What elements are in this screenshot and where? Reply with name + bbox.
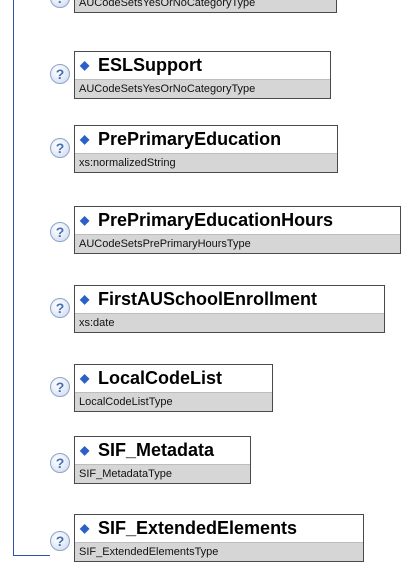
help-icon[interactable]: ? (50, 531, 70, 551)
element-box[interactable]: ◆ PrePrimaryEducationHours AUCodeSetsPreP… (74, 206, 401, 254)
help-icon[interactable]: ? (50, 222, 70, 242)
element-icon: ◆ (80, 443, 90, 457)
element-box[interactable]: ◆ ESLSupport AUCodeSetsYesOrNoCategoryTyp… (74, 51, 331, 99)
help-icon[interactable]: ? (50, 0, 70, 8)
element-icon: ◆ (80, 58, 90, 72)
element-name: PrePrimaryEducationHours (98, 210, 334, 230)
help-icon[interactable]: ? (50, 298, 70, 318)
element-box[interactable]: ◆ SIF_Metadata SIF_MetadataType (74, 436, 251, 484)
element-box[interactable]: ◆ SIF_ExtendedElements SIF_ExtendedElemen… (74, 514, 364, 562)
element-box[interactable]: ◆ LocalCodeList LocalCodeListType (74, 364, 273, 412)
element-icon: ◆ (80, 213, 90, 227)
help-icon[interactable]: ? (50, 64, 70, 84)
element-name: SIF_Metadata (98, 440, 215, 460)
element-icon: ◆ (80, 521, 90, 535)
element-name: SIF_ExtendedElements (98, 518, 298, 538)
help-icon[interactable]: ? (50, 453, 70, 473)
element-box[interactable]: AUCodeSetsYesOrNoCategoryType (74, 0, 337, 13)
element-type: SIF_ExtendedElementsType (75, 542, 363, 561)
element-type: AUCodeSetsYesOrNoCategoryType (75, 0, 336, 12)
element-name: FirstAUSchoolEnrollment (98, 289, 318, 309)
element-box[interactable]: ◆ PrePrimaryEducation xs:normalizedString (74, 125, 338, 173)
element-icon: ◆ (80, 292, 90, 306)
element-name: ESLSupport (98, 55, 202, 75)
element-name: LocalCodeList (98, 368, 223, 388)
element-icon: ◆ (80, 371, 90, 385)
element-icon: ◆ (80, 132, 90, 146)
element-box[interactable]: ◆ FirstAUSchoolEnrollment xs:date (74, 285, 385, 333)
element-name: PrePrimaryEducation (98, 129, 282, 149)
element-type: xs:date (75, 313, 384, 332)
element-type: xs:normalizedString (75, 153, 337, 172)
tree-connector-horizontal (13, 555, 50, 556)
help-icon[interactable]: ? (50, 138, 70, 158)
help-icon[interactable]: ? (50, 377, 70, 397)
element-type: AUCodeSetsYesOrNoCategoryType (75, 79, 330, 98)
element-type: AUCodeSetsPrePrimaryHoursType (75, 234, 400, 253)
tree-connector-vertical (13, 0, 14, 555)
element-type: LocalCodeListType (75, 392, 272, 411)
element-type: SIF_MetadataType (75, 464, 250, 483)
